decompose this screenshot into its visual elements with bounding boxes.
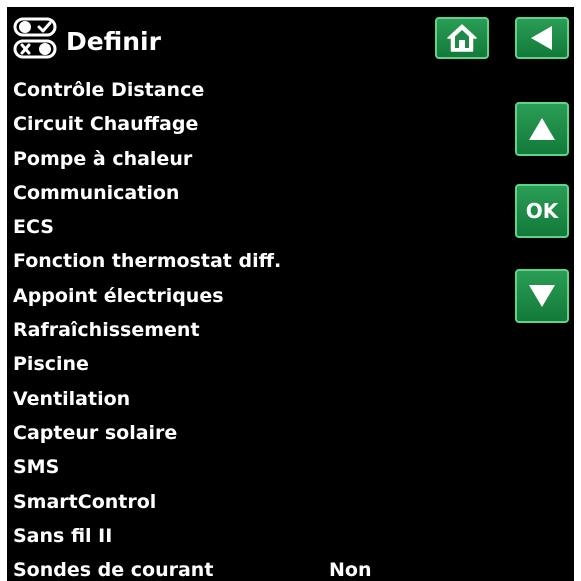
menu-item-sondes-de-courant[interactable]: Sondes de courant Non [13, 553, 513, 581]
menu-item-label: Capteur solaire [13, 421, 178, 444]
settings-menu: Contrôle Distance Circuit Chauffage Pomp… [13, 73, 513, 581]
menu-item-value: Non [329, 559, 372, 581]
page-title: Definir [66, 27, 161, 56]
menu-item-appoint-electriques[interactable]: Appoint électriques [13, 279, 513, 313]
menu-item-ecs[interactable]: ECS [13, 210, 513, 244]
menu-item-label: SmartControl [13, 490, 157, 513]
menu-item-label: Pompe à chaleur [13, 147, 193, 170]
menu-item-label: Sondes de courant [13, 559, 214, 581]
down-arrow-icon [526, 282, 558, 310]
menu-item-capteur-solaire[interactable]: Capteur solaire [13, 416, 513, 450]
menu-item-label: Rafraîchissement [13, 319, 200, 342]
menu-item-label: Ventilation [13, 387, 131, 410]
screen: Definir Contrôle Distance Circuit Chauff… [0, 0, 581, 581]
home-icon [445, 22, 479, 54]
menu-item-label: Sans fil II [13, 524, 113, 547]
menu-item-label: Contrôle Distance [13, 79, 205, 101]
menu-item-label: Communication [13, 181, 180, 204]
ok-button[interactable]: OK [515, 184, 569, 238]
ok-button-label: OK [525, 199, 559, 223]
menu-item-label: Appoint électriques [13, 284, 224, 307]
toggle-switches-icon [13, 17, 57, 59]
menu-item-label: SMS [13, 456, 60, 479]
menu-item-circuit-chauffage[interactable]: Circuit Chauffage [13, 107, 513, 141]
scroll-up-button[interactable] [515, 102, 569, 156]
menu-item-label: Piscine [13, 353, 89, 376]
menu-item-communication[interactable]: Communication [13, 176, 513, 210]
up-arrow-icon [526, 115, 558, 143]
back-arrow-icon [527, 23, 557, 53]
menu-item-label: Circuit Chauffage [13, 113, 199, 136]
menu-item-piscine[interactable]: Piscine [13, 347, 513, 381]
menu-item-rafraichissement[interactable]: Rafraîchissement [13, 313, 513, 347]
display-panel: Definir Contrôle Distance Circuit Chauff… [7, 7, 574, 581]
menu-item-smartcontrol[interactable]: SmartControl [13, 485, 513, 519]
scroll-down-button[interactable] [515, 269, 569, 323]
menu-item-label: Fonction thermostat diff. [13, 250, 282, 273]
menu-item-sms[interactable]: SMS [13, 450, 513, 484]
menu-item-fonction-thermostat-diff[interactable]: Fonction thermostat diff. [13, 244, 513, 278]
menu-item-controle-distance[interactable]: Contrôle Distance [13, 73, 513, 107]
home-button[interactable] [435, 17, 489, 59]
menu-item-label: ECS [13, 216, 54, 239]
menu-item-ventilation[interactable]: Ventilation [13, 382, 513, 416]
back-button[interactable] [515, 17, 569, 59]
menu-item-sans-fil-ii[interactable]: Sans fil II [13, 519, 513, 553]
menu-item-pompe-a-chaleur[interactable]: Pompe à chaleur [13, 142, 513, 176]
